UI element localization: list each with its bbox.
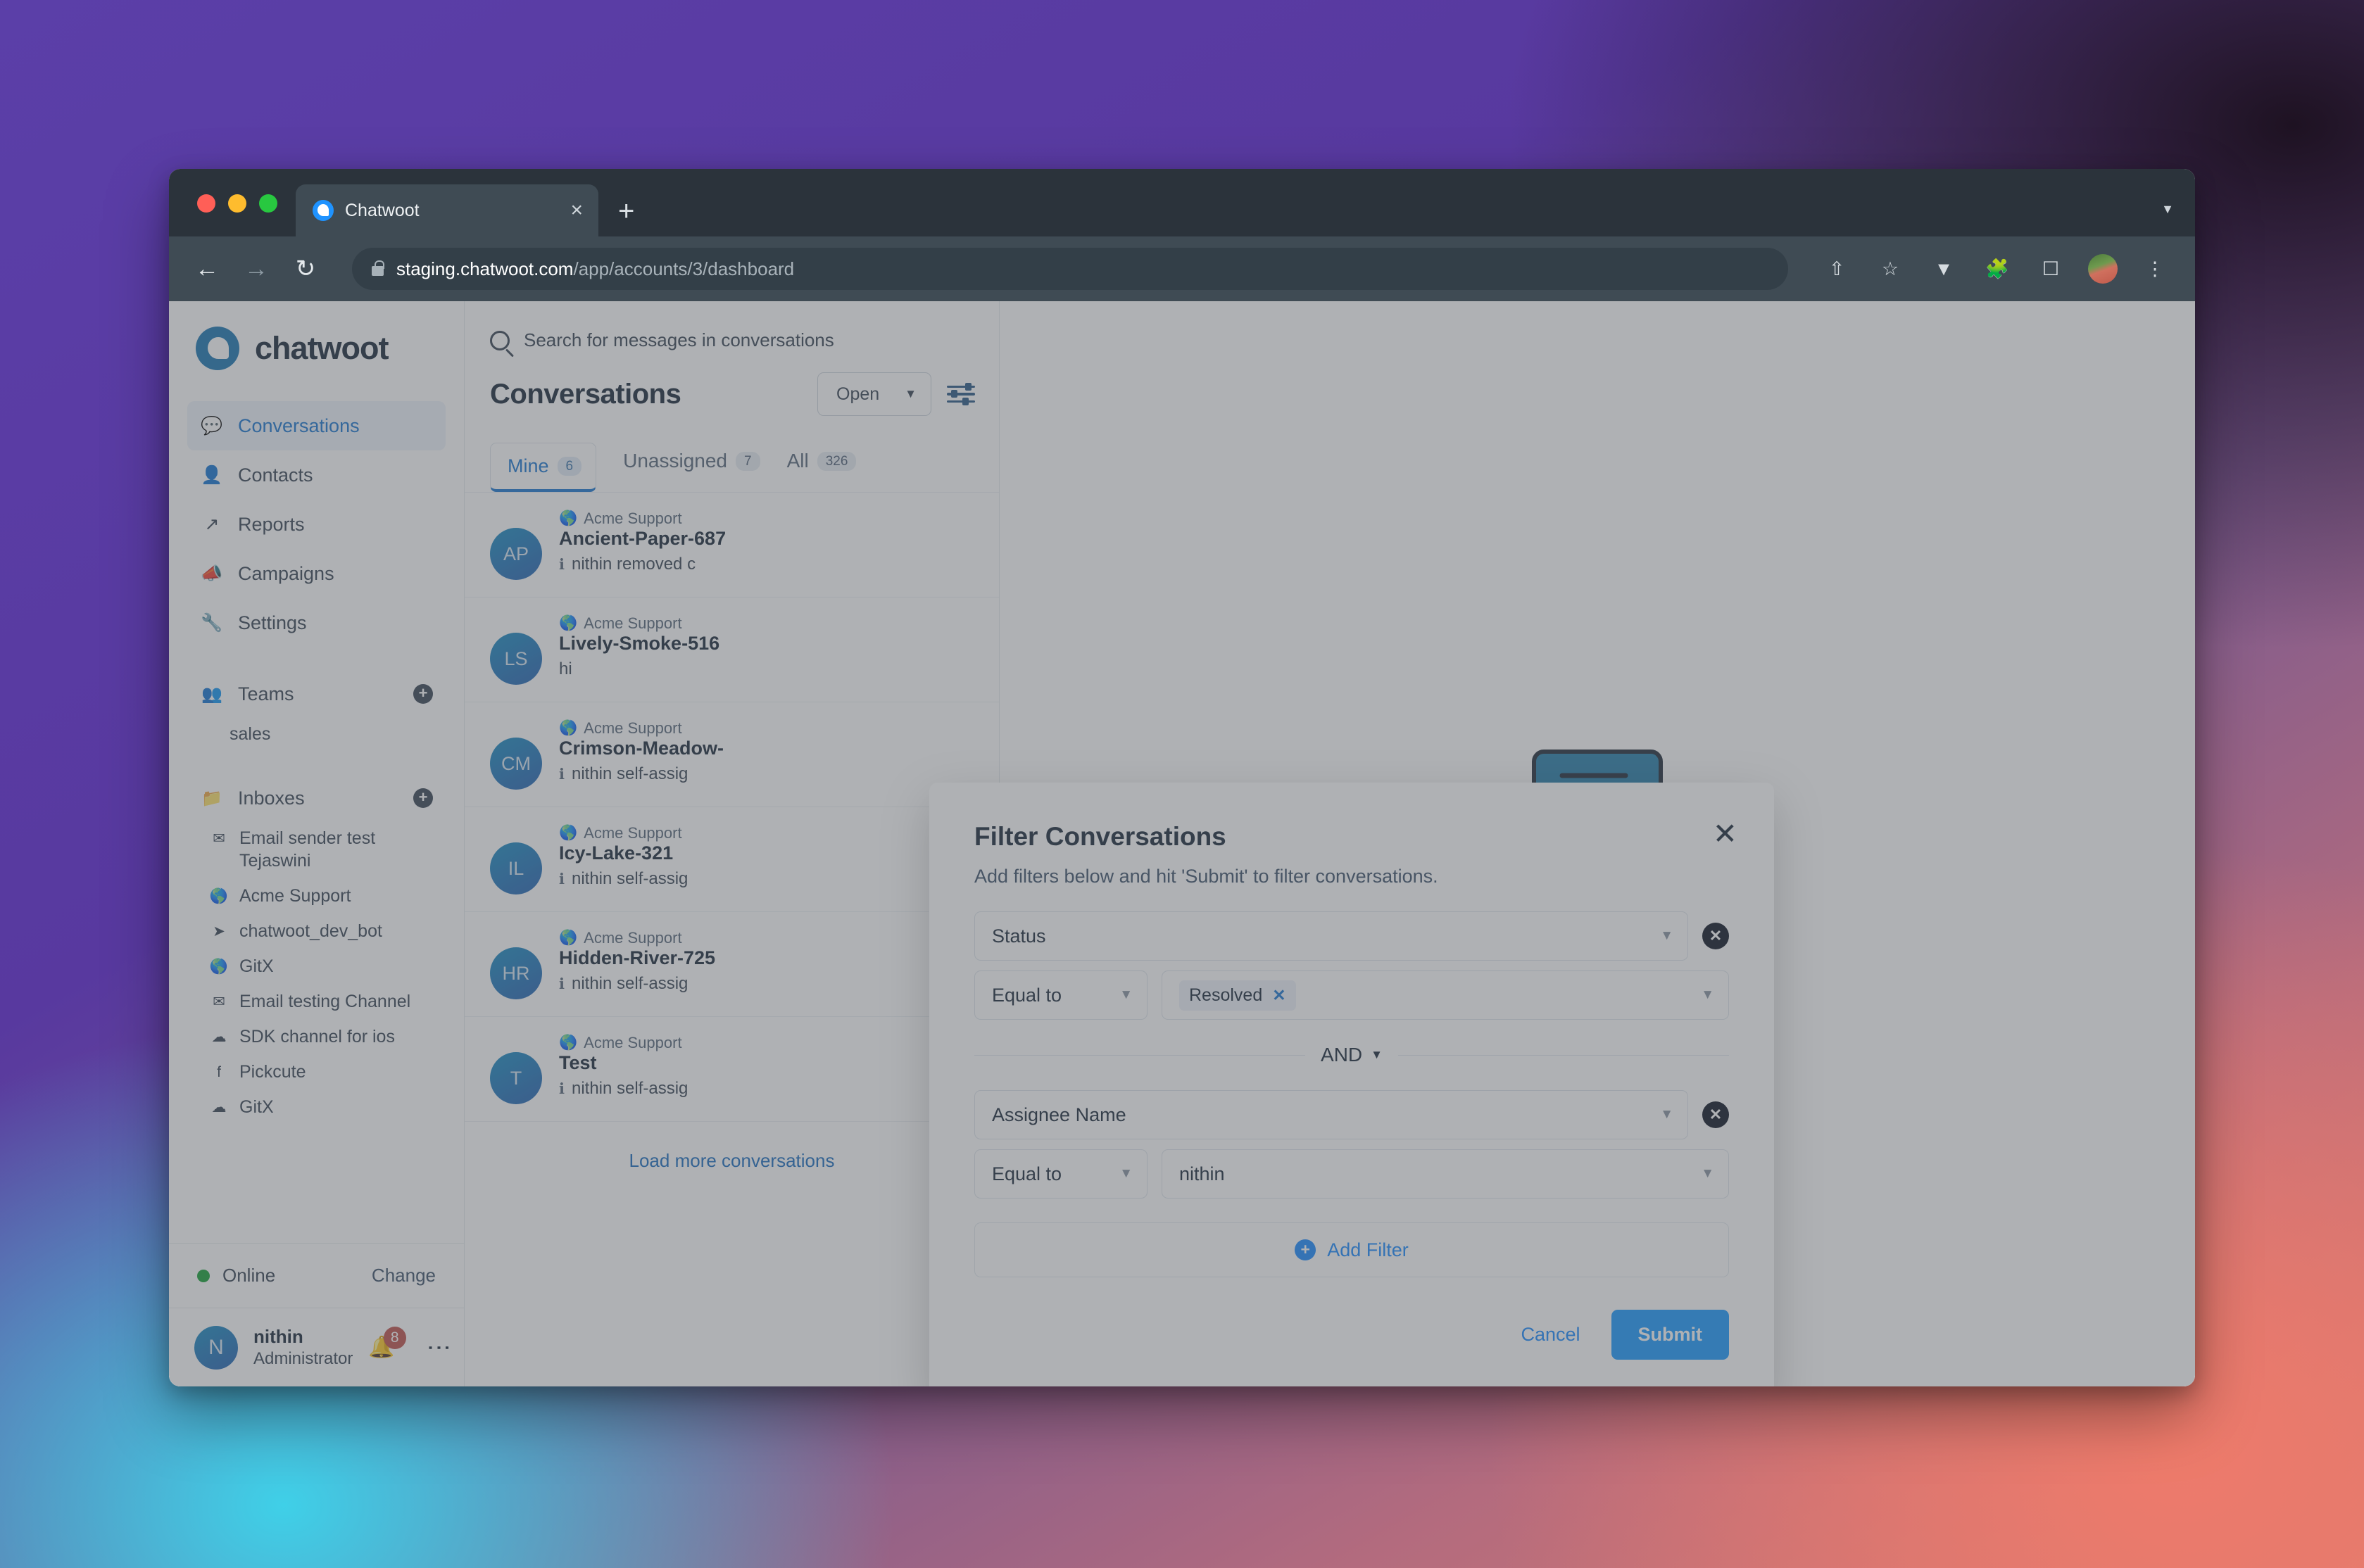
forward-icon[interactable]: →	[242, 257, 270, 281]
close-tab-icon[interactable]: ×	[570, 200, 583, 221]
close-window-button[interactable]	[197, 194, 215, 213]
browser-window: Chatwoot × + ▼ ← → ↻ staging.chatwoot.co…	[169, 169, 2195, 1386]
chatwoot-favicon-icon	[313, 200, 334, 221]
profile-avatar-icon[interactable]	[2088, 254, 2118, 284]
browser-toolbar: ← → ↻ staging.chatwoot.com/app/accounts/…	[169, 236, 2195, 301]
side-panel-icon[interactable]: ☐	[2035, 259, 2067, 279]
chatwoot-app: chatwoot 💬 Conversations 👤 Contacts ↗ Re…	[169, 301, 2195, 1386]
star-icon[interactable]: ☆	[1874, 259, 1906, 279]
lock-icon	[372, 260, 384, 276]
new-tab-button[interactable]: +	[618, 197, 634, 225]
back-icon[interactable]: ←	[193, 257, 221, 281]
minimize-window-button[interactable]	[228, 194, 246, 213]
window-controls	[169, 194, 296, 236]
url-text: staging.chatwoot.com/app/accounts/3/dash…	[396, 258, 794, 280]
chevron-down-icon[interactable]: ▼	[2161, 202, 2195, 236]
maximize-window-button[interactable]	[259, 194, 277, 213]
tab-title: Chatwoot	[345, 200, 420, 220]
three-dot-menu-icon[interactable]: ⋮	[2139, 259, 2171, 279]
browser-tab-strip: Chatwoot × + ▼	[169, 169, 2195, 236]
share-icon[interactable]: ⇧	[1821, 259, 1853, 279]
browser-tab[interactable]: Chatwoot ×	[296, 184, 598, 236]
vue-devtools-icon[interactable]: ▼	[1928, 259, 1960, 279]
reload-icon[interactable]: ↻	[291, 257, 320, 281]
modal-overlay[interactable]	[169, 301, 2195, 1386]
puzzle-icon[interactable]: 🧩	[1981, 259, 2013, 279]
url-path: /app/accounts/3/dashboard	[573, 258, 795, 279]
address-bar[interactable]: staging.chatwoot.com/app/accounts/3/dash…	[352, 248, 1788, 290]
url-domain: staging.chatwoot.com	[396, 258, 574, 279]
